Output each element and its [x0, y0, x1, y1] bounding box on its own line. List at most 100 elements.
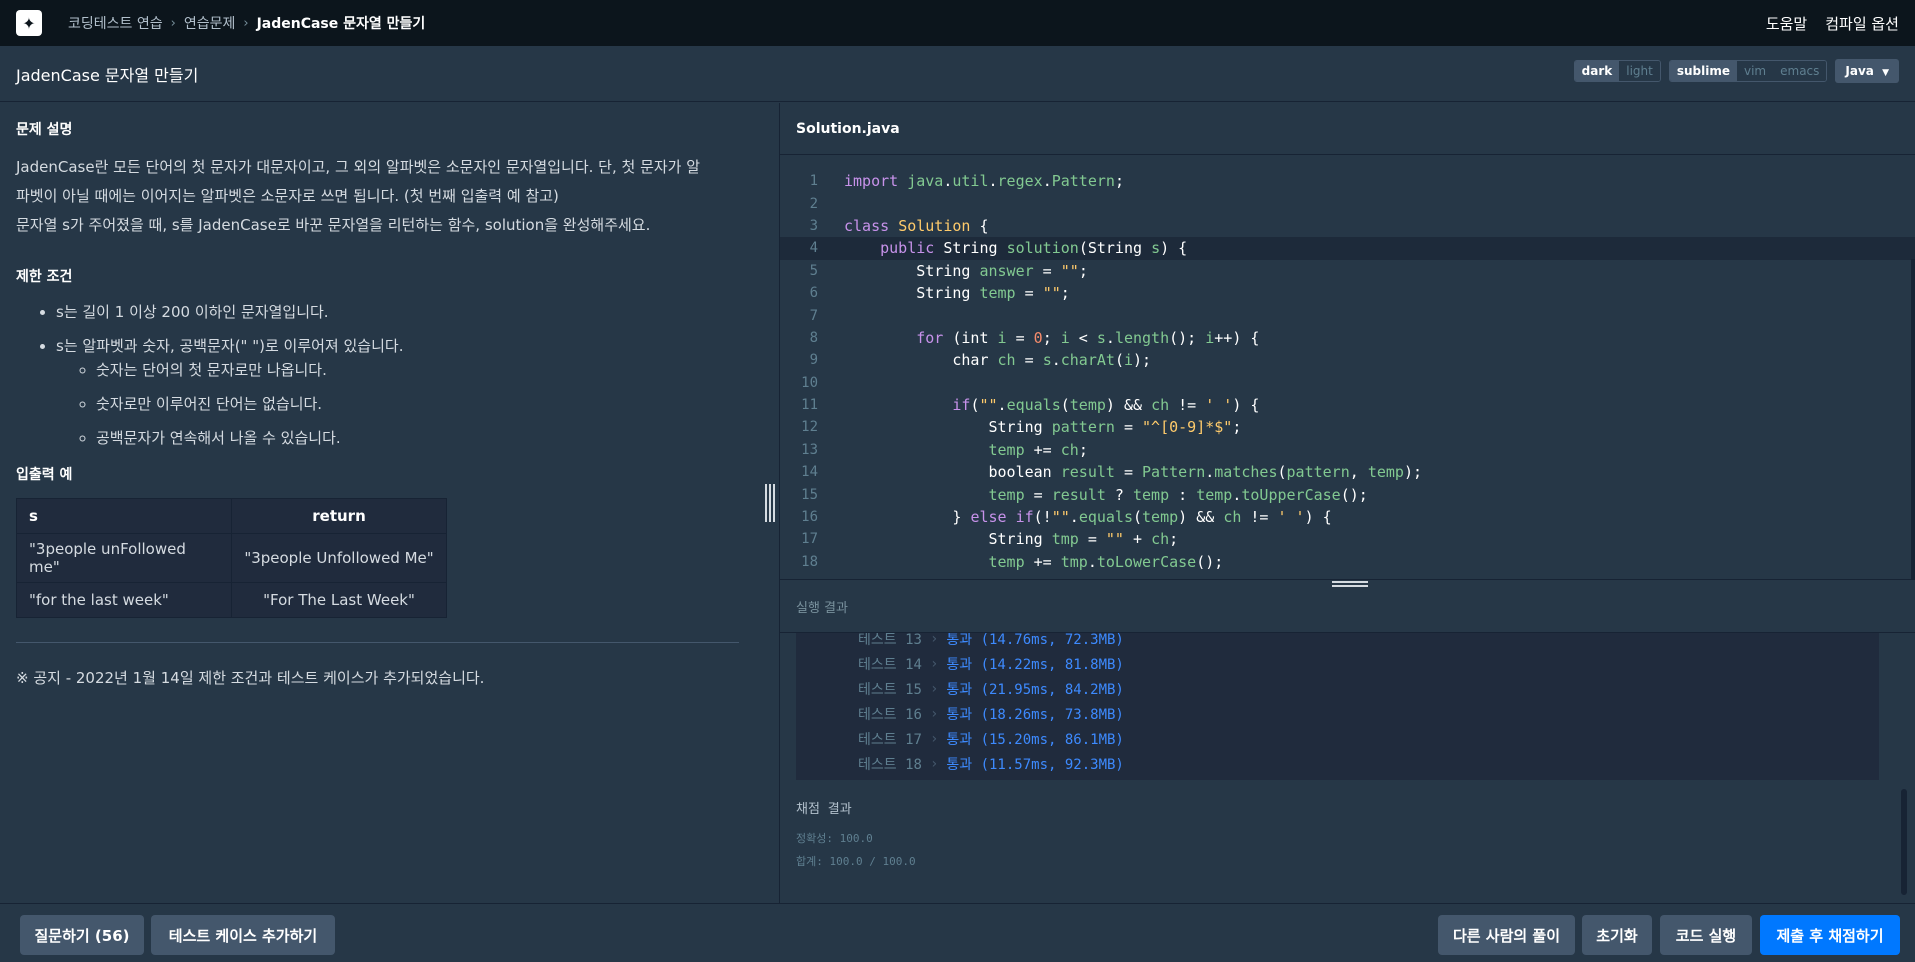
- line-number: 4: [809, 240, 818, 257]
- line-number: 15: [801, 486, 818, 503]
- code-line: String temp = "";: [844, 284, 1070, 303]
- table-row: "for the last week" "For The Last Week": [16, 582, 447, 618]
- description-line: JadenCase란 모든 단어의 첫 문자가 대문자이고, 그 외의 알파벳은…: [16, 158, 701, 176]
- table-cell: "3people Unfollowed Me": [231, 533, 447, 583]
- language-select[interactable]: Java ▼: [1835, 59, 1899, 83]
- table-cell: "3people unFollowed me": [16, 533, 232, 583]
- line-number: 14: [801, 464, 818, 481]
- code-line: temp = result ? temp : temp.toUpperCase(…: [988, 485, 1368, 504]
- compile-options-link[interactable]: 컴파일 옵션: [1825, 13, 1899, 34]
- examples-heading: 입출력 예: [16, 467, 73, 483]
- description-heading: 문제 설명: [16, 122, 73, 138]
- keymap-toggle: sublime vim emacs: [1668, 60, 1828, 82]
- vertical-resize-handle[interactable]: [780, 579, 1915, 589]
- breadcrumb: 코딩테스트 연습 › 연습문제 › JadenCase 문자열 만들기: [68, 13, 425, 33]
- results-scrollbar[interactable]: [1901, 789, 1907, 895]
- table-row: "3people unFollowed me" "3people Unfollo…: [16, 533, 447, 583]
- submit-button[interactable]: 제출 후 채점하기: [1760, 915, 1900, 955]
- grading-title: 채점 결과: [796, 802, 852, 817]
- line-number: 12: [801, 419, 818, 436]
- editor-filename: Solution.java: [780, 103, 1915, 155]
- line-number: 5: [809, 262, 818, 279]
- line-number: 1: [809, 173, 818, 190]
- editor-scrollbar[interactable]: [1911, 259, 1915, 579]
- keymap-sublime-button[interactable]: sublime: [1669, 61, 1737, 81]
- description-line: 파벳이 아닐 때에는 이어지는 알파벳은 소문자로 쓰면 됩니다. (첫 번째 …: [16, 187, 559, 205]
- programmers-logo-icon[interactable]: ✦: [16, 10, 42, 36]
- table-cell: "for the last week": [16, 582, 232, 618]
- sub-constraint-item: 공백문자가 연속해서 나올 수 있습니다.: [96, 426, 763, 450]
- line-number: 2: [809, 195, 818, 212]
- theme-light-button[interactable]: light: [1619, 61, 1660, 81]
- code-line: if("".equals(temp) && ch != ' ') {: [952, 396, 1260, 415]
- line-number: 13: [801, 441, 818, 458]
- test-result-row: 테스트 14 › 통과 (14.22ms, 81.8MB): [858, 655, 1124, 673]
- test-results-list: 테스트 13 › 통과 (14.76ms, 72.3MB) 테스트 14 › 통과 (1…: [796, 633, 1879, 780]
- line-number: 17: [801, 531, 818, 548]
- problem-pane: 문제 설명 JadenCase란 모든 단어의 첫 문자가 대문자이고, 그 외…: [0, 103, 779, 903]
- add-testcase-button[interactable]: 테스트 케이스 추가하기: [151, 915, 335, 955]
- sub-constraints-list: 숫자는 단어의 첫 문자로만 나옵니다. 숫자로만 이루어진 단어는 없습니다.…: [96, 358, 763, 450]
- theme-dark-button[interactable]: dark: [1574, 61, 1620, 81]
- keymap-emacs-button[interactable]: emacs: [1773, 61, 1827, 81]
- line-number: 8: [809, 329, 818, 346]
- code-line: String tmp = "" + ch;: [844, 530, 1179, 549]
- code-editor[interactable]: 1 import java.util.regex.Pattern; 2 3 clas…: [780, 156, 1915, 579]
- keymap-vim-button[interactable]: vim: [1737, 61, 1774, 81]
- action-footer: 질문하기 (56) 테스트 케이스 추가하기 다른 사람의 풀이 초기화 코드 …: [0, 903, 1915, 962]
- line-number: 10: [801, 374, 818, 391]
- run-code-button[interactable]: 코드 실행: [1660, 915, 1752, 955]
- test-result-row: 테스트 15 › 통과 (21.95ms, 84.2MB): [858, 680, 1124, 698]
- sub-constraint-item: 숫자로만 이루어진 단어는 없습니다.: [96, 392, 763, 416]
- top-navbar: ✦ 코딩테스트 연습 › 연습문제 › JadenCase 문자열 만들기 도움…: [0, 0, 1915, 46]
- sub-constraint-item: 숫자는 단어의 첫 문자로만 나옵니다.: [96, 358, 763, 382]
- problem-header: JadenCase 문자열 만들기 dark light sublime vim…: [0, 46, 1915, 102]
- help-link[interactable]: 도움말: [1766, 13, 1807, 34]
- problem-description: JadenCase란 모든 단어의 첫 문자가 대문자이고, 그 외의 알파벳은…: [16, 153, 763, 240]
- horizontal-resize-handle[interactable]: [765, 484, 775, 522]
- line-number: 3: [809, 217, 818, 234]
- examples-table: s return "3people unFollowed me" "3peopl…: [16, 498, 447, 618]
- ask-question-button[interactable]: 질문하기 (56): [20, 915, 144, 955]
- results-title: 실행 결과: [796, 600, 848, 616]
- test-result-row: 테스트 18 › 통과 (11.57ms, 92.3MB): [858, 755, 1124, 773]
- breadcrumb-coding-test[interactable]: 코딩테스트 연습: [68, 13, 163, 33]
- line-number: 6: [809, 285, 818, 302]
- theme-toggle: dark light: [1573, 60, 1661, 82]
- code-line: String answer = "";: [844, 261, 1088, 280]
- chevron-right-icon: ›: [170, 15, 176, 31]
- constraints-list: s는 길이 1 이상 200 이하인 문자열입니다. s는 알파벳과 숫자, 공…: [56, 300, 763, 450]
- code-line: temp += ch;: [988, 440, 1088, 459]
- code-line: temp += tmp.toLowerCase();: [988, 552, 1224, 571]
- constraints-heading: 제한 조건: [16, 269, 73, 285]
- code-line: public String solution(String s) {: [880, 239, 1188, 258]
- total-line: 합계: 100.0 / 100.0: [796, 855, 916, 868]
- constraint-item: s는 길이 1 이상 200 이하인 문자열입니다.: [56, 300, 763, 324]
- column-header-return: return: [231, 498, 447, 534]
- code-line: char ch = s.charAt(i);: [844, 351, 1152, 370]
- code-line: boolean result = Pattern.matches(pattern…: [844, 463, 1422, 482]
- grading-result: 채점 결과 정확성: 100.0 합계: 100.0 / 100.0: [796, 798, 916, 873]
- code-line: String pattern = "^[0-9]*$";: [844, 418, 1242, 437]
- notice-text: ※ 공지 - 2022년 1월 14일 제한 조건과 테스트 케이스가 추가되었…: [16, 669, 485, 687]
- table-cell: "For The Last Week": [231, 582, 447, 618]
- test-result-row: 테스트 17 › 통과 (15.20ms, 86.1MB): [858, 730, 1124, 748]
- other-solutions-button[interactable]: 다른 사람의 풀이: [1438, 915, 1575, 955]
- chevron-right-icon: ›: [243, 15, 249, 31]
- line-number: 11: [801, 397, 818, 414]
- table-header-row: s return: [16, 498, 447, 534]
- breadcrumb-current: JadenCase 문자열 만들기: [256, 16, 426, 32]
- reset-button[interactable]: 초기화: [1582, 915, 1652, 955]
- page-title: JadenCase 문자열 만들기: [16, 65, 199, 85]
- caret-down-icon: ▼: [1882, 68, 1889, 78]
- resize-grip-icon: [1332, 581, 1368, 587]
- editor-pane: Solution.java 1 import java.util.regex.Pa…: [780, 103, 1915, 903]
- test-result-row: 테스트 16 › 통과 (18.26ms, 73.8MB): [858, 705, 1124, 723]
- breadcrumb-practice[interactable]: 연습문제: [184, 13, 236, 33]
- test-result-row: 테스트 13 › 통과 (14.76ms, 72.3MB): [858, 633, 1124, 648]
- description-line: 문자열 s가 주어졌을 때, s를 JadenCase로 바꾼 문자열을 리턴하…: [16, 216, 651, 234]
- column-header-s: s: [16, 498, 232, 534]
- code-line: import java.util.regex.Pattern;: [844, 172, 1124, 191]
- code-line: } else if(!"".equals(temp) && ch != ' ')…: [844, 508, 1332, 527]
- line-number: 16: [801, 509, 818, 526]
